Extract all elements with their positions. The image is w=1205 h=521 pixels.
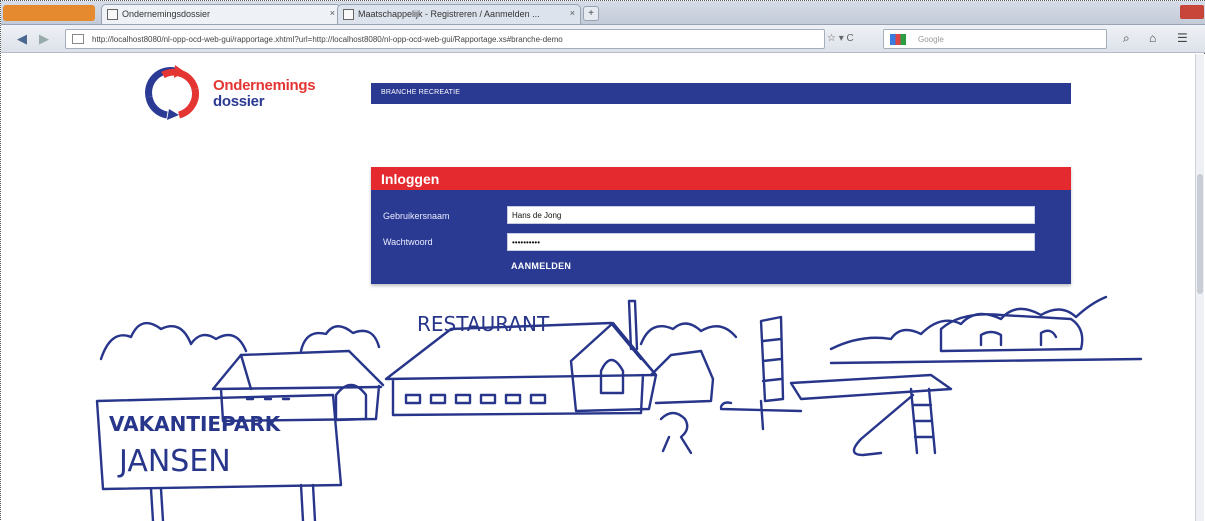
- app-menu-button[interactable]: [3, 5, 95, 21]
- treeline-left: [99, 321, 381, 361]
- treeline-right: [829, 295, 1108, 351]
- caravan: [939, 313, 1084, 353]
- tab-registreren[interactable]: Maatschappelijk - Registreren / Aanmelde…: [337, 4, 581, 24]
- back-icon[interactable]: ◀: [17, 31, 27, 47]
- login-title: Inloggen: [371, 167, 1071, 190]
- tab-bar: Ondernemingsdossier × Maatschappelijk - …: [1, 1, 1205, 25]
- treeline-middle: [639, 322, 738, 346]
- logo[interactable]: Ondernemings dossier: [139, 63, 359, 121]
- password-field[interactable]: [507, 233, 1035, 251]
- restaurant-windows: [404, 393, 547, 405]
- water-slide: [852, 393, 915, 457]
- search-icon[interactable]: ⌕: [1123, 31, 1130, 46]
- bookmarks-icon[interactable]: ☰: [1177, 31, 1188, 45]
- page-icon: [343, 9, 354, 20]
- new-tab-button[interactable]: +: [583, 6, 599, 21]
- tab-title: Maatschappelijk - Registreren / Aanmelde…: [358, 9, 540, 19]
- vacation-park-illustration: VAKANTIEPARK JANSEN RESTAURANT: [95, 295, 1143, 521]
- close-icon[interactable]: ×: [330, 8, 335, 18]
- play-figure: [659, 411, 693, 455]
- logo-icon: [145, 65, 199, 120]
- sign-posts: [149, 483, 317, 521]
- search-input[interactable]: Google: [883, 29, 1107, 49]
- address-bar[interactable]: http://localhost8080/nl-opp-ocd-web-gui/…: [65, 29, 825, 49]
- window-close-button[interactable]: [1180, 5, 1204, 19]
- logo-text-line1: Ondernemings: [213, 77, 316, 94]
- home-icon[interactable]: ⌂: [1149, 31, 1156, 45]
- sign-text-line2: JANSEN: [117, 444, 231, 479]
- branch-label: BRANCHE RECREATIE: [381, 89, 461, 96]
- slide-ladder: [909, 387, 937, 455]
- search-placeholder: Google: [918, 35, 944, 44]
- swimming-pool: [789, 373, 953, 401]
- address-text: http://localhost8080/nl-opp-ocd-web-gui/…: [92, 35, 563, 44]
- restaurant-gable: [569, 321, 658, 413]
- google-icon: [890, 34, 906, 45]
- login-panel: Inloggen Gebruikersnaam Wachtwoord AANME…: [371, 167, 1071, 284]
- browser-window: Ondernemingsdossier × Maatschappelijk - …: [0, 0, 1205, 521]
- password-label: Wachtwoord: [383, 237, 433, 247]
- scrollbar-thumb[interactable]: [1197, 174, 1203, 294]
- forward-icon[interactable]: ▶: [39, 31, 49, 47]
- username-label: Gebruikersnaam: [383, 211, 450, 221]
- navigation-bar: ◀ ▶ http://localhost8080/nl-opp-ocd-web-…: [1, 25, 1205, 53]
- chimney: [627, 299, 639, 351]
- annex-building: [649, 349, 715, 405]
- sign-text-line1: VAKANTIEPARK: [109, 412, 282, 436]
- login-button[interactable]: AANMELDEN: [511, 261, 571, 271]
- page-icon: [107, 9, 118, 20]
- tab-ondernemingsdossier[interactable]: Ondernemingsdossier ×: [101, 4, 341, 24]
- close-icon[interactable]: ×: [570, 8, 575, 18]
- branch-bar: BRANCHE RECREATIE: [371, 83, 1071, 104]
- restaurant-label: RESTAURANT: [417, 312, 550, 336]
- lookout-tower: [759, 315, 785, 403]
- tab-title: Ondernemingsdossier: [122, 9, 211, 19]
- logo-text-line2: dossier: [213, 93, 265, 110]
- ground-line: [829, 357, 1143, 365]
- seesaw: [719, 399, 803, 431]
- address-tools[interactable]: ☆ ▾ C: [827, 33, 854, 44]
- page-icon: [72, 34, 84, 44]
- username-field[interactable]: [507, 206, 1035, 224]
